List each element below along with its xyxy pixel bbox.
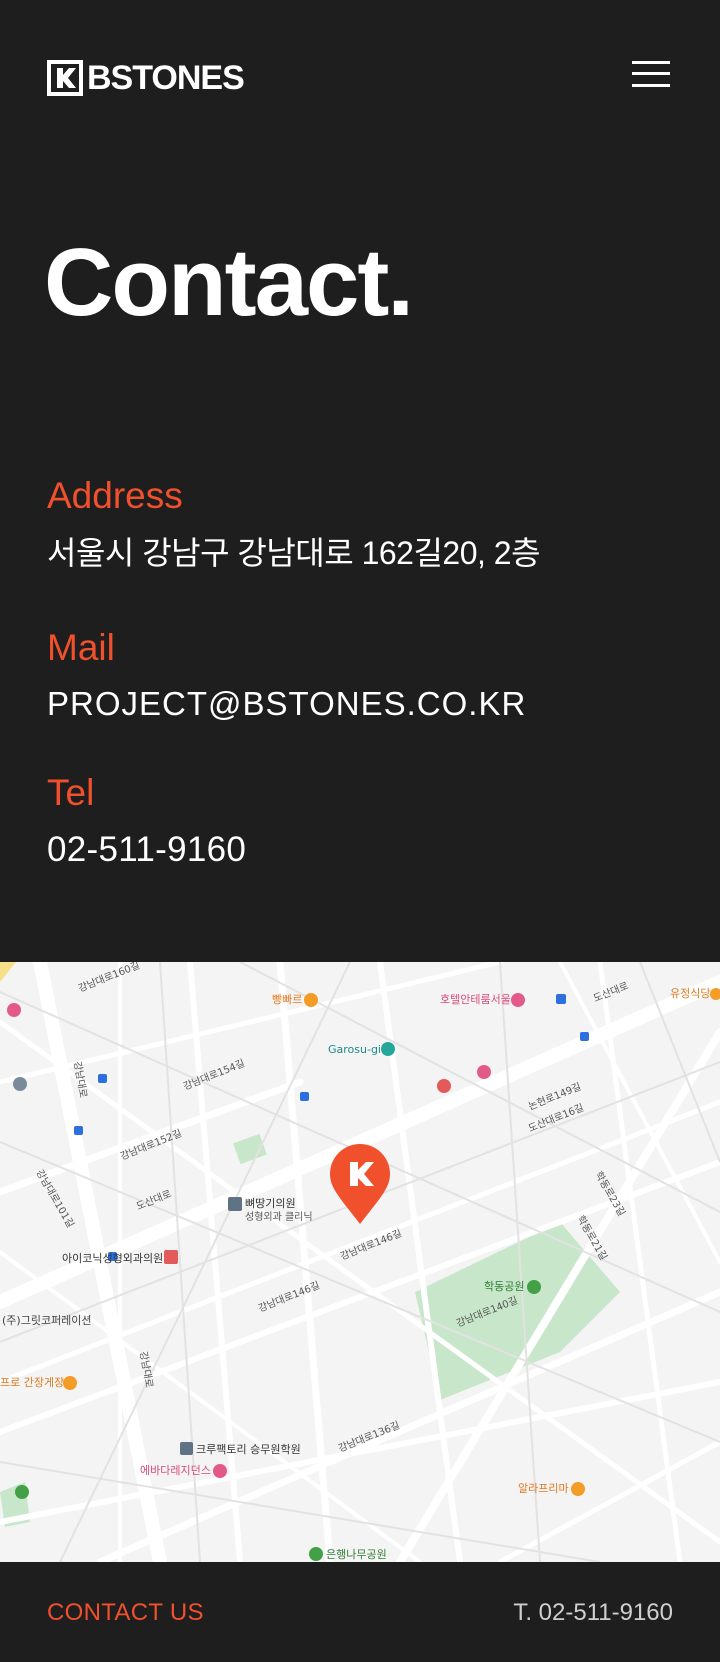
bus-stop-icon [580, 1032, 589, 1041]
address-value: 서울시 강남구 강남대로 162길20, 2층 [47, 535, 541, 571]
bus-stop-icon [300, 1092, 309, 1101]
poi-label: 학동공원 [484, 1280, 524, 1293]
restaurant-icon [63, 1376, 77, 1390]
poi-label: 에바다레지던스 [140, 1464, 211, 1477]
place-icon [437, 1079, 451, 1093]
poi-marker[interactable]: 학동공원 [484, 1280, 541, 1294]
mail-link[interactable]: PROJECT@BSTONES.CO.KR [47, 683, 526, 725]
poi-marker[interactable]: 은행나무공원 [309, 1547, 387, 1561]
poi-label: 뼈땅기의원 [245, 1197, 296, 1210]
clinic-icon [228, 1197, 242, 1211]
park-icon [309, 1547, 323, 1561]
park-icon [15, 1485, 29, 1499]
hospital-icon [164, 1250, 178, 1264]
page-title: Contact. [44, 229, 414, 336]
site-header: BSTONES [0, 0, 720, 160]
poi-label: 유정식당 [670, 987, 710, 1000]
footer-tel[interactable]: T. 02-511-9160 [513, 1598, 673, 1628]
site-footer: CONTACT US T. 02-511-9160 [0, 1562, 720, 1662]
place-icon [13, 1077, 27, 1091]
poi-label: 빵빠르 [272, 993, 302, 1006]
poi-label: 호텔안테룸서울 [440, 993, 511, 1006]
brand-logo[interactable]: BSTONES [47, 59, 245, 97]
poi-label: (주)그릿코퍼레이션 [2, 1314, 92, 1327]
poi-marker[interactable]: 빵빠르 [272, 993, 318, 1007]
poi-label: 크루팩토리 승무원학원 [196, 1443, 301, 1456]
location-map[interactable]: 강남대로160길 강남대로154길 강남대로152길 도산대로 논현로149길 … [0, 962, 720, 1562]
restaurant-icon [571, 1482, 585, 1496]
hamburger-menu-icon [632, 61, 670, 64]
poi-marker[interactable]: 아이코닉성형외과의원 [62, 1250, 178, 1265]
hotel-icon [213, 1464, 227, 1478]
bus-stop-icon [98, 1074, 107, 1083]
poi-label: Garosu-gil [328, 1043, 384, 1056]
logo-mark-icon [47, 60, 83, 96]
brand-name: BSTONES [87, 59, 245, 97]
hotel-icon [511, 993, 525, 1007]
menu-button[interactable] [630, 58, 672, 90]
tel-link[interactable]: 02-511-9160 [47, 829, 246, 871]
park-icon [527, 1280, 541, 1294]
mail-label: Mail [47, 627, 115, 668]
poi-marker[interactable]: 프로 간장게장 [0, 1376, 77, 1390]
school-icon [180, 1442, 193, 1455]
contact-us-link[interactable]: CONTACT US [47, 1598, 204, 1628]
poi-marker[interactable]: 알라프리마 [518, 1481, 585, 1496]
poi-label: 아이코닉성형외과의원 [62, 1252, 163, 1265]
hotel-icon [7, 1003, 21, 1017]
poi-marker[interactable]: 크루팩토리 승무원학원 [180, 1442, 301, 1456]
bus-stop-icon [74, 1126, 83, 1135]
tel-label: Tel [47, 772, 95, 813]
restaurant-icon [304, 993, 318, 1007]
bus-stop-icon [556, 994, 566, 1004]
address-label: Address [47, 475, 183, 516]
poi-marker[interactable]: Garosu-gil [328, 1042, 395, 1056]
hotel-icon [477, 1065, 491, 1079]
poi-label: 알라프리마 [518, 1481, 569, 1495]
poi-label: 프로 간장게장 [0, 1376, 64, 1389]
poi-sublabel: 성형외과 클리닉 [245, 1211, 313, 1223]
poi-label: 은행나무공원 [326, 1548, 387, 1561]
shopping-icon [381, 1042, 395, 1056]
